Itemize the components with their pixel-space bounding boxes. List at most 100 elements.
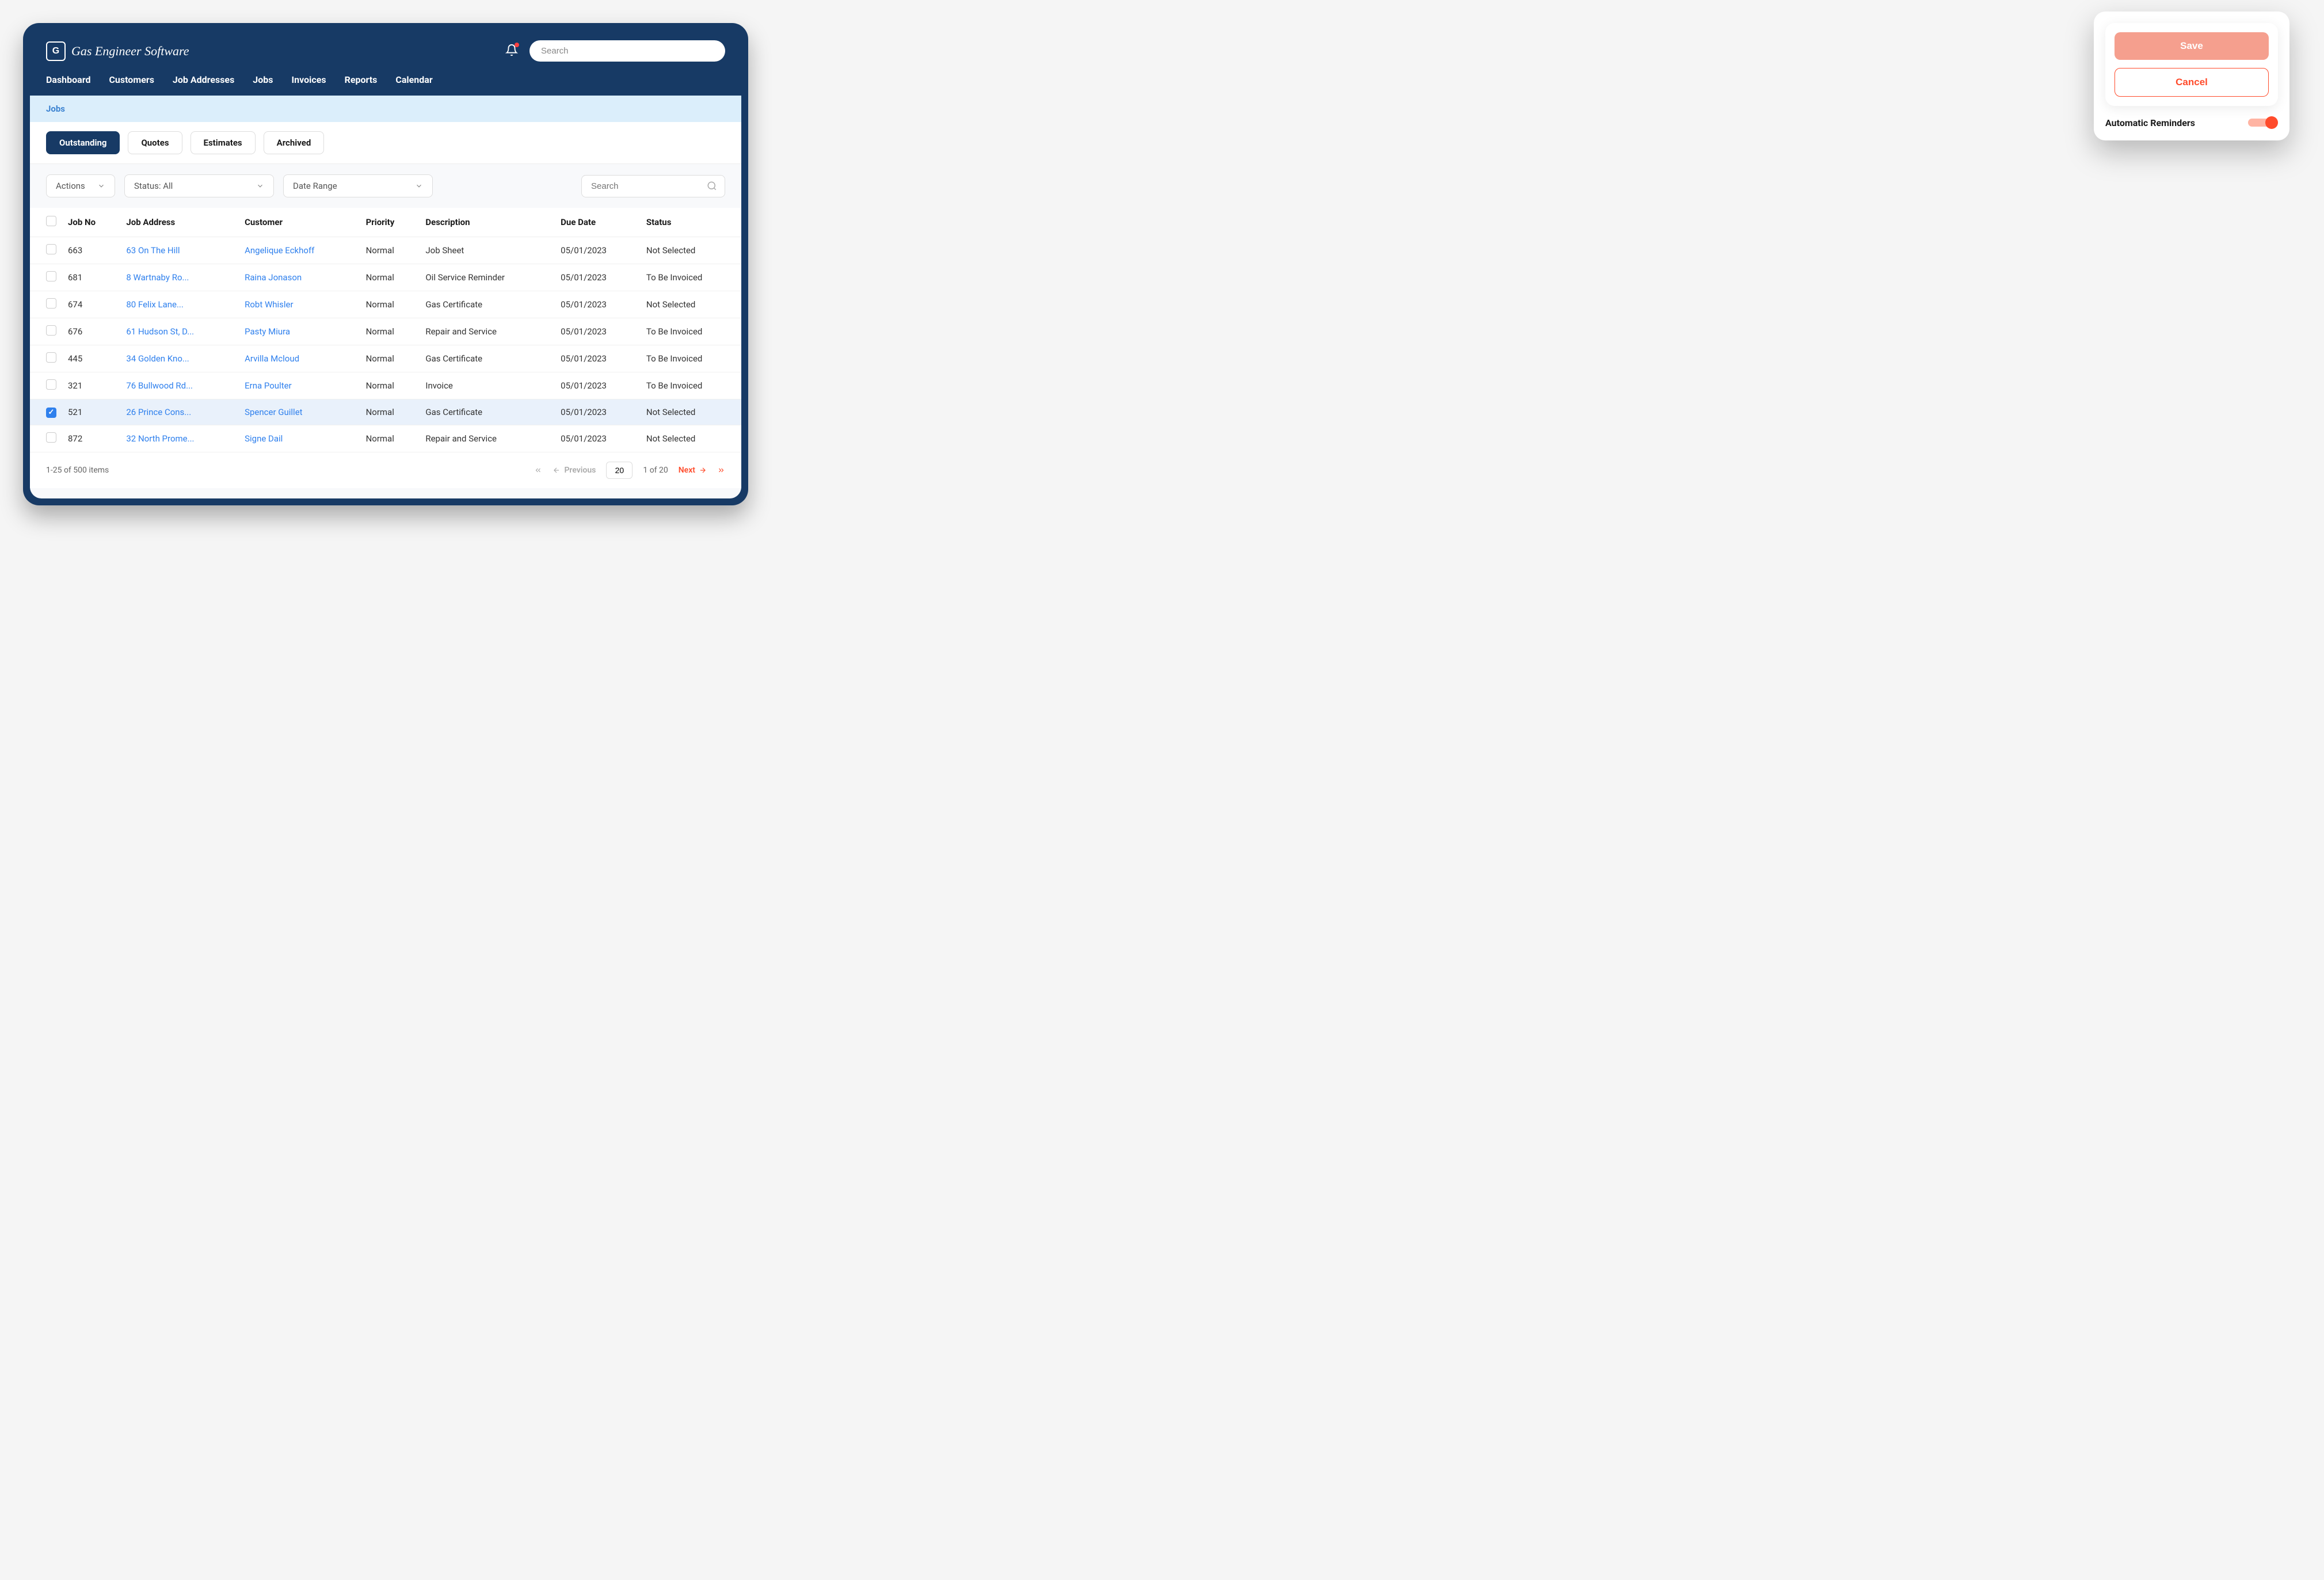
cell-job-address[interactable]: 8 Wartnaby Ro... bbox=[126, 272, 189, 283]
notifications-button[interactable] bbox=[505, 44, 518, 59]
table-row[interactable]: 872 32 North Prome... Signe Dail Normal … bbox=[30, 425, 741, 452]
pagination: 1-25 of 500 items Previous 1 of 20 Next bbox=[30, 452, 741, 488]
cell-customer[interactable]: Raina Jonason bbox=[245, 272, 302, 283]
cell-due-date: 05/01/2023 bbox=[555, 345, 641, 372]
col-status[interactable]: Status bbox=[641, 208, 741, 237]
cell-job-address[interactable]: 32 North Prome... bbox=[126, 433, 194, 444]
date-range-label: Date Range bbox=[293, 181, 337, 191]
nav-jobs[interactable]: Jobs bbox=[253, 74, 273, 85]
pagination-next[interactable]: Next bbox=[679, 466, 707, 475]
cell-customer[interactable]: Arvilla Mcloud bbox=[245, 353, 299, 364]
row-checkbox[interactable] bbox=[46, 352, 56, 363]
col-description[interactable]: Description bbox=[420, 208, 555, 237]
cell-customer[interactable]: Spencer Guillet bbox=[245, 407, 302, 417]
cell-customer[interactable]: Angelique Eckhoff bbox=[245, 245, 314, 256]
table-row[interactable]: 681 8 Wartnaby Ro... Raina Jonason Norma… bbox=[30, 264, 741, 291]
global-search-input[interactable] bbox=[529, 40, 725, 62]
arrow-left-icon bbox=[553, 466, 561, 474]
cell-customer[interactable]: Erna Poulter bbox=[245, 380, 292, 391]
tab-quotes[interactable]: Quotes bbox=[128, 131, 182, 154]
actions-dropdown[interactable]: Actions bbox=[46, 174, 115, 197]
cell-customer[interactable]: Robt Whisler bbox=[245, 299, 294, 310]
cell-job-address[interactable]: 34 Golden Kno... bbox=[126, 353, 189, 364]
app-inner: G Gas Engineer Software Dashboard Custom… bbox=[30, 30, 741, 498]
row-checkbox[interactable] bbox=[46, 271, 56, 281]
cell-customer[interactable]: Signe Dail bbox=[245, 433, 283, 444]
cell-job-address[interactable]: 26 Prince Cons... bbox=[126, 407, 191, 417]
search-icon bbox=[707, 181, 717, 191]
pagination-previous[interactable]: Previous bbox=[553, 466, 596, 475]
app-frame: G Gas Engineer Software Dashboard Custom… bbox=[23, 23, 748, 505]
cell-job-address[interactable]: 63 On The Hill bbox=[126, 245, 180, 256]
cell-priority: Normal bbox=[360, 264, 420, 291]
nav-invoices[interactable]: Invoices bbox=[291, 74, 326, 85]
date-range-dropdown[interactable]: Date Range bbox=[283, 174, 433, 197]
table-row[interactable]: 676 61 Hudson St, D... Pasty Miura Norma… bbox=[30, 318, 741, 345]
pagination-first[interactable] bbox=[534, 466, 542, 474]
cell-priority: Normal bbox=[360, 318, 420, 345]
nav-job-addresses[interactable]: Job Addresses bbox=[173, 74, 234, 85]
cell-job-address[interactable]: 80 Felix Lane... bbox=[126, 299, 183, 310]
cell-description: Gas Certificate bbox=[420, 291, 555, 318]
table-row[interactable]: 521 26 Prince Cons... Spencer Guillet No… bbox=[30, 399, 741, 425]
row-checkbox[interactable] bbox=[46, 408, 56, 418]
chevron-down-icon bbox=[415, 182, 423, 190]
pagination-summary: 1-25 of 500 items bbox=[46, 466, 109, 475]
tab-estimates[interactable]: Estimates bbox=[191, 131, 256, 154]
chevrons-left-icon bbox=[534, 466, 542, 474]
cell-status: Not Selected bbox=[641, 291, 741, 318]
status-dropdown[interactable]: Status: All bbox=[124, 174, 274, 197]
cell-job-no: 676 bbox=[62, 318, 120, 345]
col-customer[interactable]: Customer bbox=[239, 208, 360, 237]
content: Outstanding Quotes Estimates Archived Ac… bbox=[30, 122, 741, 498]
col-priority[interactable]: Priority bbox=[360, 208, 420, 237]
save-button[interactable]: Save bbox=[2115, 32, 2269, 60]
automatic-reminders-toggle[interactable] bbox=[2248, 116, 2278, 129]
cell-job-no: 663 bbox=[62, 237, 120, 264]
row-checkbox[interactable] bbox=[46, 325, 56, 336]
col-due-date[interactable]: Due Date bbox=[555, 208, 641, 237]
cell-status: To Be Invoiced bbox=[641, 345, 741, 372]
nav-customers[interactable]: Customers bbox=[109, 74, 154, 85]
nav-calendar[interactable]: Calendar bbox=[395, 74, 432, 85]
cell-job-address[interactable]: 61 Hudson St, D... bbox=[126, 326, 194, 337]
col-job-no[interactable]: Job No bbox=[62, 208, 120, 237]
cell-due-date: 05/01/2023 bbox=[555, 399, 641, 425]
pagination-last[interactable] bbox=[717, 466, 725, 474]
main-nav: Dashboard Customers Job Addresses Jobs I… bbox=[46, 68, 725, 96]
cell-job-no: 674 bbox=[62, 291, 120, 318]
cell-job-no: 445 bbox=[62, 345, 120, 372]
prev-label: Previous bbox=[564, 466, 596, 475]
nav-dashboard[interactable]: Dashboard bbox=[46, 74, 90, 85]
col-job-address[interactable]: Job Address bbox=[120, 208, 239, 237]
select-all-checkbox[interactable] bbox=[46, 216, 56, 226]
table-row[interactable]: 445 34 Golden Kno... Arvilla Mcloud Norm… bbox=[30, 345, 741, 372]
table-search-input[interactable] bbox=[581, 175, 725, 197]
page-number-input[interactable] bbox=[606, 462, 633, 479]
row-checkbox[interactable] bbox=[46, 298, 56, 309]
row-checkbox[interactable] bbox=[46, 244, 56, 254]
save-dialog: Save Cancel Automatic Reminders bbox=[2094, 12, 2289, 140]
cell-customer[interactable]: Pasty Miura bbox=[245, 326, 290, 337]
cell-job-address[interactable]: 76 Bullwood Rd... bbox=[126, 380, 193, 391]
chevrons-right-icon bbox=[717, 466, 725, 474]
page-of-label: 1 of 20 bbox=[643, 466, 668, 475]
row-checkbox[interactable] bbox=[46, 379, 56, 390]
cancel-button[interactable]: Cancel bbox=[2115, 68, 2269, 97]
cell-priority: Normal bbox=[360, 237, 420, 264]
cell-description: Oil Service Reminder bbox=[420, 264, 555, 291]
cell-job-no: 321 bbox=[62, 372, 120, 399]
nav-reports[interactable]: Reports bbox=[345, 74, 378, 85]
table-row[interactable]: 674 80 Felix Lane... Robt Whisler Normal… bbox=[30, 291, 741, 318]
cell-description: Gas Certificate bbox=[420, 345, 555, 372]
row-checkbox[interactable] bbox=[46, 432, 56, 443]
cell-priority: Normal bbox=[360, 399, 420, 425]
tab-archived[interactable]: Archived bbox=[264, 131, 325, 154]
header: G Gas Engineer Software Dashboard Custom… bbox=[30, 30, 741, 96]
table-row[interactable]: 663 63 On The Hill Angelique Eckhoff Nor… bbox=[30, 237, 741, 264]
table-row[interactable]: 321 76 Bullwood Rd... Erna Poulter Norma… bbox=[30, 372, 741, 399]
save-dialog-inner: Save Cancel bbox=[2105, 23, 2278, 106]
app-name: Gas Engineer Software bbox=[71, 44, 189, 59]
logo-icon: G bbox=[46, 41, 66, 61]
tab-outstanding[interactable]: Outstanding bbox=[46, 131, 120, 154]
